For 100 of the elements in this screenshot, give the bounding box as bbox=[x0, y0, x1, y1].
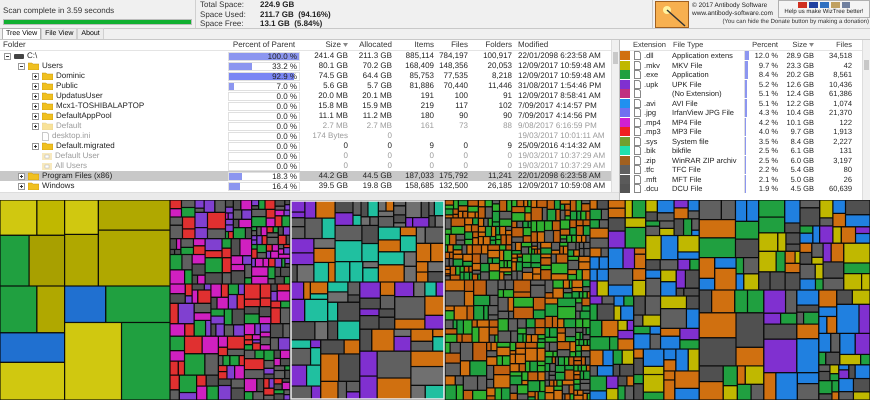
expand-icon[interactable] bbox=[32, 102, 39, 110]
percent-text: 16.4 % bbox=[272, 182, 297, 192]
folder-name: Default User bbox=[55, 151, 100, 161]
folder-icon bbox=[42, 82, 53, 90]
percent-text: 18.3 % bbox=[272, 172, 297, 182]
tree-row[interactable]: Windows 16.4 % 39.5 GB 19.8 GB 158,685 132,500 26,185 12/09/2017 10:59:08 AM bbox=[0, 181, 611, 191]
file-icon bbox=[42, 132, 49, 140]
expand-icon[interactable] bbox=[32, 92, 39, 100]
table-cell-text: 241.4 GB bbox=[313, 51, 348, 61]
percent-text: 0.0 % bbox=[276, 102, 297, 112]
table-cell-text: 174 Bytes bbox=[311, 131, 348, 141]
table-cell-text: 191 bbox=[420, 91, 434, 101]
table-cell-text: 20.0 MB bbox=[317, 91, 348, 101]
table-cell-text: 132,500 bbox=[438, 181, 468, 191]
tree-row[interactable]: Default 0.0 % 2.7 MB 2.7 MB 161 73 88 9/08/2017 6:16:59 PM bbox=[0, 121, 611, 131]
table-cell-text: 20.1 MB bbox=[361, 91, 392, 101]
expand-icon[interactable] bbox=[32, 142, 39, 150]
percent-text: 0.0 % bbox=[276, 142, 297, 152]
tree-row[interactable]: Program Files (x86) 18.3 % 44.2 GB 44.5 GB 187,033 175,792 11,241 22/01/2098 6:23:58 AM bbox=[0, 171, 611, 181]
table-cell-text: 168,409 bbox=[404, 61, 434, 71]
column-header[interactable]: Modified bbox=[512, 40, 610, 50]
table-cell-text: 11,446 bbox=[487, 81, 512, 91]
payment-cards-icon bbox=[798, 2, 850, 8]
table-cell-text: 0 bbox=[342, 151, 348, 161]
table-cell-text: 77,535 bbox=[442, 71, 468, 81]
column-header[interactable]: Folder bbox=[0, 40, 228, 50]
tree-row[interactable]: UpdatusUser 0.0 % 20.0 MB 20.1 MB 191 100 91 12/09/2017 8:58:41 AM bbox=[0, 91, 611, 101]
expand-icon[interactable] bbox=[18, 182, 25, 190]
collapse-icon[interactable] bbox=[18, 62, 25, 70]
column-header[interactable]: Percent of Parent bbox=[228, 40, 300, 50]
vertical-scrollbar[interactable] bbox=[611, 40, 619, 192]
table-cell-text: 175,792 bbox=[438, 171, 468, 181]
table-cell-text: 22/01/2098 6:23:58 AM bbox=[517, 171, 602, 181]
tree-row[interactable]: Public 7.0 % 5.6 GB 5.7 GB 81,886 70,440 11,446 31/08/2017 1:54:46 PM bbox=[0, 81, 611, 91]
tree-row[interactable]: Default.migrated 0.0 % 0 0 9 0 9 25/09/2016 4:14:32 AM bbox=[0, 141, 611, 151]
table-cell-text: 91 bbox=[502, 91, 512, 101]
table-cell-text: 0 bbox=[506, 161, 512, 171]
table-cell-text: 85,753 bbox=[408, 71, 434, 81]
table-cell-text: 19.8 GB bbox=[362, 181, 392, 191]
table-cell-text: 0 bbox=[386, 161, 392, 171]
table-cell-text: 8,218 bbox=[490, 71, 512, 81]
tree-row[interactable]: desktop.ini 0.0 % 174 Bytes 0 19/03/2017 10:01:11 AM bbox=[0, 131, 611, 141]
table-cell-text: 211.3 GB bbox=[358, 51, 392, 61]
expand-icon[interactable] bbox=[18, 172, 25, 180]
table-cell-text: 100 bbox=[454, 91, 468, 101]
table-cell-text: 180 bbox=[420, 111, 434, 121]
column-header[interactable]: Items bbox=[392, 40, 434, 50]
table-cell-text: 9 bbox=[428, 141, 434, 151]
folder-icon bbox=[42, 72, 53, 80]
table-cell-text: 0 bbox=[506, 151, 512, 161]
table-cell-text: 70,440 bbox=[442, 81, 468, 91]
table-cell-text: 73 bbox=[458, 121, 468, 131]
sort-arrow-icon bbox=[343, 43, 348, 47]
table-cell-text: 22/01/2098 6:23:58 AM bbox=[517, 51, 602, 61]
folder-icon bbox=[28, 62, 39, 70]
table-cell-text: 2.7 MB bbox=[322, 121, 348, 131]
percent-text: 0.0 % bbox=[276, 162, 297, 172]
table-cell-text: 0 bbox=[462, 161, 468, 171]
expand-icon[interactable] bbox=[32, 122, 39, 130]
table-cell-text: 0 bbox=[428, 151, 434, 161]
table-cell-text: 74.5 GB bbox=[318, 71, 348, 81]
folder-icon bbox=[42, 102, 53, 110]
percent-text: 0.0 % bbox=[276, 152, 297, 162]
column-header[interactable]: Folders bbox=[468, 40, 512, 50]
percent-text: 0.0 % bbox=[276, 92, 297, 102]
percent-text: 0.0 % bbox=[276, 122, 297, 132]
table-cell-text: 100,917 bbox=[482, 51, 512, 61]
stat-label: Space Used: bbox=[200, 10, 247, 19]
tree-row[interactable]: Users 33.2 % 80.1 GB 70.2 GB 168,409 148,356 20,053 12/09/2017 10:59:48 AM bbox=[0, 61, 611, 71]
column-header[interactable]: Size bbox=[300, 40, 348, 50]
column-header[interactable]: Files bbox=[434, 40, 468, 50]
vertical-scrollbar[interactable] bbox=[862, 40, 870, 200]
treemap-drawing[interactable] bbox=[0, 200, 870, 400]
table-cell-text: 148,356 bbox=[438, 61, 468, 71]
table-cell-text: 0 bbox=[386, 141, 392, 151]
expand-icon[interactable] bbox=[32, 72, 39, 80]
table-cell-text: 158,685 bbox=[404, 181, 434, 191]
table-cell-text: 70.2 GB bbox=[362, 61, 392, 71]
percent-text: 0.0 % bbox=[276, 132, 297, 142]
table-cell-text: 0 bbox=[462, 151, 468, 161]
table-cell-text: 5.7 GB bbox=[366, 81, 392, 91]
tree-row[interactable]: Mcx1-TOSHIBALAPTOP 0.0 % 15.8 MB 15.9 MB 219 117 102 7/09/2017 4:14:57 PM bbox=[0, 101, 611, 111]
folder-name: desktop.ini bbox=[52, 131, 90, 141]
table-cell-text: 31/08/2017 1:54:46 PM bbox=[517, 81, 602, 91]
folder-name: Default bbox=[56, 121, 82, 131]
folder-name: Mcx1-TOSHIBALAPTOP bbox=[56, 101, 144, 111]
collapse-icon[interactable] bbox=[4, 52, 11, 60]
horizontal-scrollbar[interactable] bbox=[0, 192, 619, 200]
column-header[interactable]: Allocated bbox=[348, 40, 392, 50]
table-cell-text: 117 bbox=[454, 101, 468, 111]
tree-row[interactable]: Default User 0.0 % 0 0 0 0 0 19/03/2017 10:37:29 AM bbox=[0, 151, 611, 161]
percent-text: 0.0 % bbox=[276, 112, 297, 122]
tree-row[interactable]: All Users 0.0 % 0 0 0 0 0 19/03/2017 10:37:29 AM bbox=[0, 161, 611, 171]
table-cell-text: 2.7 MB bbox=[366, 121, 392, 131]
tree-row[interactable]: C:\ 100.0 % 241.4 GB 211.3 GB 885,114 784,197 100,917 22/01/2098 6:23:58 AM bbox=[0, 51, 611, 61]
tree-row[interactable]: DefaultAppPool 0.0 % 11.1 MB 11.2 MB 180 90 90 7/09/2017 4:14:56 PM bbox=[0, 111, 611, 121]
table-cell-text: 90 bbox=[458, 111, 468, 121]
table-cell-text: 88 bbox=[502, 121, 512, 131]
expand-icon[interactable] bbox=[32, 82, 39, 90]
expand-icon[interactable] bbox=[32, 112, 39, 120]
